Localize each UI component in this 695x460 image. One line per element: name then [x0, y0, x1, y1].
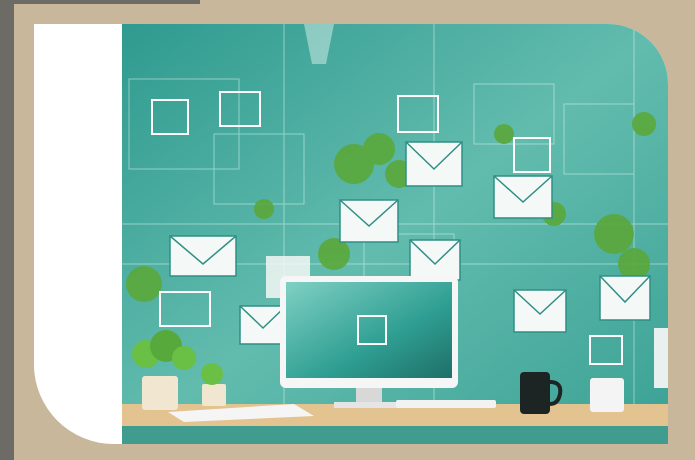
envelope-icon — [239, 305, 287, 345]
top-dark-bar — [14, 0, 200, 4]
illustration-frame — [34, 24, 668, 444]
envelope-icon — [599, 275, 651, 321]
envelope-icon — [339, 199, 399, 243]
envelope-icon — [513, 289, 567, 333]
mug-icon — [590, 378, 624, 412]
left-dark-bar — [0, 0, 14, 460]
office-illustration — [122, 24, 668, 444]
envelope-icon — [405, 141, 463, 187]
envelope-icon — [493, 175, 553, 219]
envelope-icon — [409, 239, 461, 281]
envelope-icon — [169, 235, 237, 277]
keyboard — [396, 400, 496, 408]
